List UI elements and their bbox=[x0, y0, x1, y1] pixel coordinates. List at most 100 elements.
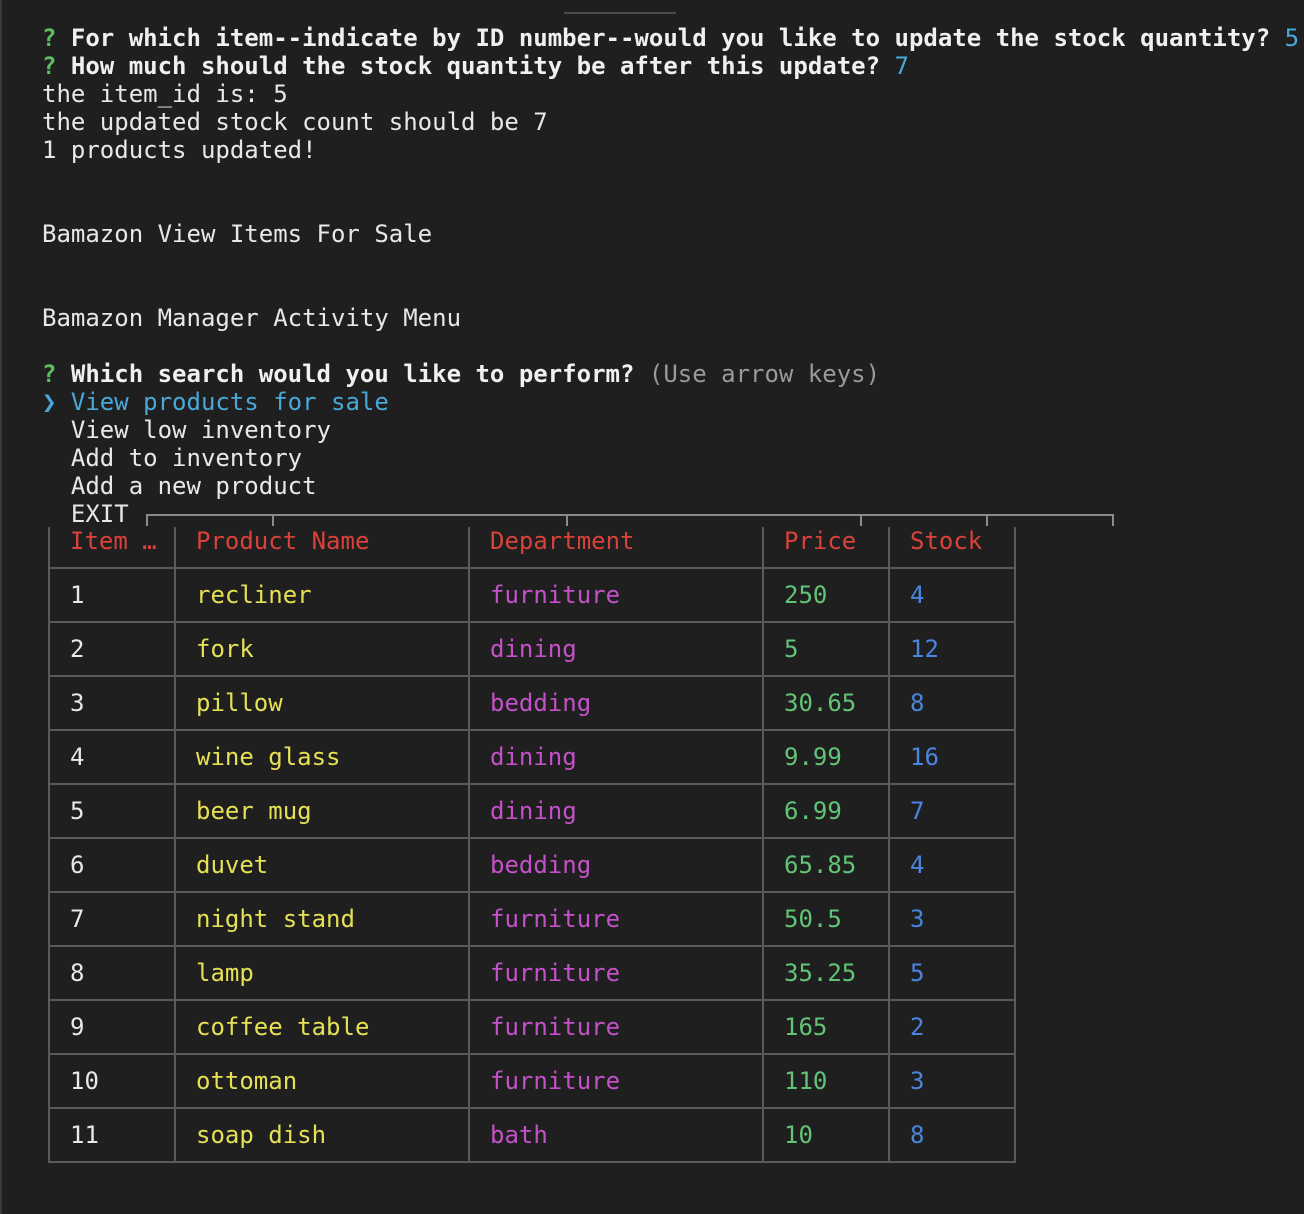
prompt-answer-1: 5 bbox=[1284, 24, 1300, 52]
cell-price: 110 bbox=[762, 1053, 890, 1109]
table-row: 5 beer mug dining 6.99 7 bbox=[48, 783, 1016, 839]
cell-price: 50.5 bbox=[762, 891, 890, 947]
cell-price: 6.99 bbox=[762, 783, 890, 839]
cell-stock: 12 bbox=[888, 621, 1016, 677]
prompt-mark: ? bbox=[42, 52, 57, 80]
table-header-tick bbox=[986, 514, 988, 526]
cell-price: 35.25 bbox=[762, 945, 890, 1001]
window-left-edge bbox=[0, 0, 2, 1214]
cell-stock: 8 bbox=[888, 1107, 1016, 1163]
cell-price: 5 bbox=[762, 621, 890, 677]
table-row: 6 duvet bedding 65.85 4 bbox=[48, 837, 1016, 893]
table-row: 9 coffee table furniture 165 2 bbox=[48, 999, 1016, 1055]
prompt-answer-2: 7 bbox=[894, 52, 909, 80]
cell-department: dining bbox=[468, 783, 764, 839]
cell-item-id: 9 bbox=[48, 999, 176, 1055]
cell-item-id: 3 bbox=[48, 675, 176, 731]
cell-item-id: 2 bbox=[48, 621, 176, 677]
cell-stock: 5 bbox=[888, 945, 1016, 1001]
table-header-tick bbox=[566, 514, 568, 526]
cell-department: bedding bbox=[468, 675, 764, 731]
cell-stock: 4 bbox=[888, 837, 1016, 893]
menu-option-view-products[interactable]: ❯ View products for sale bbox=[42, 388, 389, 416]
prompt-mark: ? bbox=[42, 360, 57, 388]
menu-option-label: View products for sale bbox=[70, 388, 389, 416]
table-row: 2 fork dining 5 12 bbox=[48, 621, 1016, 677]
table-body: 1 recliner furniture 250 4 2 fork dining 5 12 3 pil… bbox=[48, 567, 1016, 1163]
output-products-updated: 1 products updated! bbox=[42, 136, 317, 164]
cell-item-id: 4 bbox=[48, 729, 176, 785]
cell-stock: 3 bbox=[888, 891, 1016, 947]
header-price: Price bbox=[762, 527, 890, 569]
cell-stock: 8 bbox=[888, 675, 1016, 731]
cell-product-name: lamp bbox=[174, 945, 470, 1001]
cell-department: furniture bbox=[468, 891, 764, 947]
cell-stock: 16 bbox=[888, 729, 1016, 785]
cell-product-name: duvet bbox=[174, 837, 470, 893]
menu-option-view-low-inventory[interactable]: View low inventory bbox=[42, 416, 331, 444]
cell-department: bath bbox=[468, 1107, 764, 1163]
header-stock: Stock bbox=[888, 527, 1016, 569]
prompt-question-2: How much should the stock quantity be af… bbox=[70, 52, 881, 80]
output-updated-stock: the updated stock count should be 7 bbox=[42, 108, 548, 136]
table-header-tick bbox=[860, 514, 862, 526]
cell-item-id: 1 bbox=[48, 567, 176, 623]
cell-product-name: night stand bbox=[174, 891, 470, 947]
cell-department: dining bbox=[468, 729, 764, 785]
view-items-title: Bamazon View Items For Sale bbox=[42, 220, 433, 248]
cell-price: 10 bbox=[762, 1107, 890, 1163]
header-product-name: Product Name bbox=[174, 527, 470, 569]
cell-stock: 2 bbox=[888, 999, 1016, 1055]
menu-option-add-to-inventory[interactable]: Add to inventory bbox=[42, 444, 302, 472]
cell-department: furniture bbox=[468, 567, 764, 623]
menu-hint: (Use arrow keys) bbox=[648, 360, 881, 388]
cell-item-id: 8 bbox=[48, 945, 176, 1001]
cell-stock: 3 bbox=[888, 1053, 1016, 1109]
menu-option-label: View low inventory bbox=[70, 416, 331, 444]
window-drag-handle[interactable] bbox=[564, 12, 676, 14]
table-row: 8 lamp furniture 35.25 5 bbox=[48, 945, 1016, 1001]
prompt-line-2: ? How much should the stock quantity be … bbox=[42, 52, 909, 80]
prompt-mark: ? bbox=[42, 24, 57, 52]
cell-product-name: recliner bbox=[174, 567, 470, 623]
cell-item-id: 5 bbox=[48, 783, 176, 839]
table-header-tick bbox=[146, 514, 148, 526]
cell-price: 250 bbox=[762, 567, 890, 623]
cell-stock: 7 bbox=[888, 783, 1016, 839]
table-header-row: Item … Product Name Department Price Sto… bbox=[48, 527, 1016, 569]
header-item-id: Item … bbox=[48, 527, 176, 569]
table-header-tick bbox=[1112, 514, 1114, 526]
pointer-icon: ❯ bbox=[42, 388, 57, 416]
output-item-id: the item_id is: 5 bbox=[42, 80, 288, 108]
cell-product-name: beer mug bbox=[174, 783, 470, 839]
cell-item-id: 7 bbox=[48, 891, 176, 947]
cell-department: furniture bbox=[468, 1053, 764, 1109]
cell-product-name: pillow bbox=[174, 675, 470, 731]
header-department: Department bbox=[468, 527, 764, 569]
manager-menu-title: Bamazon Manager Activity Menu bbox=[42, 304, 462, 332]
table-row: 10 ottoman furniture 110 3 bbox=[48, 1053, 1016, 1109]
prompt-line-1: ? For which item--indicate by ID number-… bbox=[42, 24, 1299, 52]
cell-price: 30.65 bbox=[762, 675, 890, 731]
cell-department: furniture bbox=[468, 999, 764, 1055]
cell-product-name: soap dish bbox=[174, 1107, 470, 1163]
cell-product-name: ottoman bbox=[174, 1053, 470, 1109]
cell-department: furniture bbox=[468, 945, 764, 1001]
cell-product-name: wine glass bbox=[174, 729, 470, 785]
menu-option-exit[interactable]: EXIT bbox=[42, 500, 129, 528]
prompt-question-1: For which item--indicate by ID number--w… bbox=[70, 24, 1271, 52]
cell-product-name: coffee table bbox=[174, 999, 470, 1055]
cell-item-id: 10 bbox=[48, 1053, 176, 1109]
table-header-border bbox=[146, 514, 1114, 516]
cell-item-id: 11 bbox=[48, 1107, 176, 1163]
menu-option-label: EXIT bbox=[70, 500, 129, 528]
cell-price: 9.99 bbox=[762, 729, 890, 785]
cell-department: bedding bbox=[468, 837, 764, 893]
menu-question: Which search would you like to perform? bbox=[70, 360, 635, 388]
table-row: 4 wine glass dining 9.99 16 bbox=[48, 729, 1016, 785]
menu-option-add-new-product[interactable]: Add a new product bbox=[42, 472, 317, 500]
cell-price: 65.85 bbox=[762, 837, 890, 893]
cell-product-name: fork bbox=[174, 621, 470, 677]
table-row: 1 recliner furniture 250 4 bbox=[48, 567, 1016, 623]
cell-item-id: 6 bbox=[48, 837, 176, 893]
